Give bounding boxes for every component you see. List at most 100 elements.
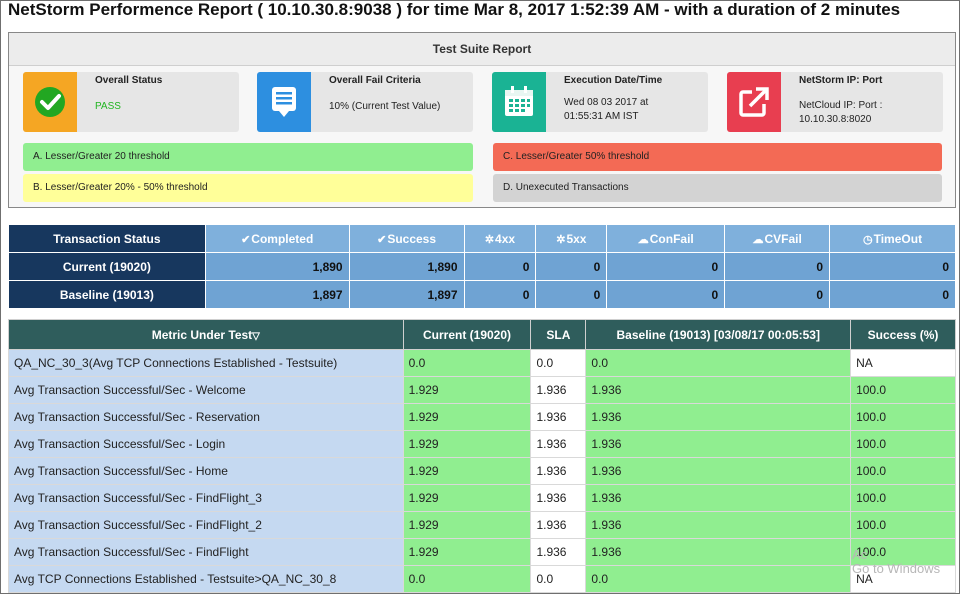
cell-timeout: 0 [829, 252, 956, 281]
cell-baseline: 0.0 [585, 565, 852, 593]
cell-baseline: 1.936 [585, 376, 852, 404]
table-row: Avg Transaction Successful/Sec - FindFli… [8, 484, 956, 512]
document-icon [257, 72, 311, 132]
cell-baseline: 1.936 [585, 538, 852, 566]
cell-sla: 0.0 [530, 349, 587, 377]
cell-baseline: 0.0 [585, 349, 852, 377]
cell-baseline: 1.936 [585, 511, 852, 539]
cell-timeout: 0 [829, 280, 956, 309]
status-value: PASS [95, 101, 121, 112]
col-label: CVFail [764, 231, 802, 246]
cell-sla: 1.936 [530, 403, 587, 431]
table-row: Avg TCP Connections Established - Testsu… [8, 565, 956, 593]
cell-baseline: 1.936 [585, 457, 852, 485]
execution-time-line: 01:55:31 AM IST [564, 111, 639, 122]
calendar-icon [492, 72, 546, 132]
cell-5xx: 0 [535, 252, 608, 281]
table-row: Avg Transaction Successful/Sec - Login 1.… [8, 430, 956, 458]
cloud-icon: ☁ [637, 233, 649, 246]
cell-metric-name: Avg Transaction Successful/Sec - Login [8, 430, 404, 458]
table-row: Avg Transaction Successful/Sec - Home 1.9… [8, 457, 956, 485]
table-row: Avg Transaction Successful/Sec - Welcome… [8, 376, 956, 404]
netcloud-ip-label: NetCloud IP: Port : [799, 100, 883, 111]
row-label: Baseline (19013) [8, 280, 206, 309]
col-label: ConFail [649, 231, 694, 246]
cell-cvfail: 0 [724, 280, 831, 309]
check-circle-icon: ✔ [377, 233, 387, 246]
col-sla[interactable]: SLA [530, 319, 587, 350]
col-baseline[interactable]: Baseline (19013) [03/08/17 00:05:53] [585, 319, 852, 350]
cell-current: 0.0 [402, 565, 532, 593]
table-row: Avg Transaction Successful/Sec - Reserva… [8, 403, 956, 431]
card-label: NetStorm IP: Port [799, 75, 883, 86]
cell-current: 1.929 [402, 403, 532, 431]
execution-date-line: Wed 08 03 2017 at [564, 97, 649, 108]
row-label: Current (19020) [8, 252, 206, 281]
col-confail[interactable]: ☁ConFail [606, 224, 726, 253]
col-label: 4xx [495, 231, 516, 246]
cell-4xx: 0 [463, 252, 537, 281]
cell-confail: 0 [606, 280, 726, 309]
table-header-row: Transaction Status ✔Completed ✔Success ✲… [8, 224, 956, 253]
fail-criteria-card: Overall Fail Criteria 10% (Current Test … [257, 72, 473, 132]
cell-cvfail: 0 [724, 252, 831, 281]
table-row: Baseline (19013) 1,897 1,897 0 0 0 0 0 [8, 280, 956, 309]
cell-success: 1,897 [348, 280, 465, 309]
col-success[interactable]: ✔Success [348, 224, 465, 253]
cell-sla: 1.936 [530, 484, 587, 512]
page-title: NetStorm Performence Report ( 10.10.30.8… [8, 0, 901, 19]
cell-metric-name: Avg Transaction Successful/Sec - FindFli… [8, 538, 404, 566]
col-cvfail[interactable]: ☁CVFail [724, 224, 831, 253]
netstorm-ip-card: NetStorm IP: Port NetCloud IP: Port : 10… [727, 72, 943, 132]
col-4xx[interactable]: ✲4xx [463, 224, 537, 253]
card-label: Overall Status [95, 75, 163, 86]
col-metric-under-test[interactable]: Metric Under Test▽ [8, 319, 404, 350]
col-success-pct[interactable]: Success (%) [850, 319, 956, 350]
cell-success: 100.0 [850, 403, 956, 431]
col-label: 5xx [566, 231, 587, 246]
execution-datetime-card: Execution Date/Time Wed 08 03 2017 at 01… [492, 72, 708, 132]
cell-sla: 1.936 [530, 538, 587, 566]
cell-sla: 1.936 [530, 430, 587, 458]
check-circle-icon [23, 72, 77, 132]
table-row: Avg Transaction Successful/Sec - FindFli… [8, 538, 956, 566]
cell-metric-name: Avg Transaction Successful/Sec - Reserva… [8, 403, 404, 431]
table-row: Current (19020) 1,890 1,890 0 0 0 0 0 [8, 252, 956, 281]
col-label: Metric Under Test [151, 327, 253, 342]
cell-success: 1,890 [348, 252, 465, 281]
cell-current: 1.929 [402, 430, 532, 458]
cell-success: 100.0 [850, 538, 956, 566]
table-row: Avg Transaction Successful/Sec - FindFli… [8, 511, 956, 539]
card-label: Overall Fail Criteria [329, 75, 421, 86]
col-label: Success [387, 231, 437, 246]
cell-metric-name: QA_NC_30_3(Avg TCP Connections Establish… [8, 349, 404, 377]
check-circle-icon: ✔ [241, 233, 251, 246]
sort-icon[interactable]: ▽ [252, 331, 260, 342]
legend-d: D. Unexecuted Transactions [493, 174, 942, 202]
col-current[interactable]: Current (19020) [402, 319, 532, 350]
cell-metric-name: Avg Transaction Successful/Sec - FindFli… [8, 511, 404, 539]
col-label: TimeOut [873, 231, 923, 246]
cell-current: 1.929 [402, 511, 532, 539]
cell-success: 100.0 [850, 376, 956, 404]
clock-icon: ◷ [863, 233, 873, 246]
cell-sla: 1.936 [530, 457, 587, 485]
col-completed[interactable]: ✔Completed [204, 224, 350, 253]
col-timeout[interactable]: ◷TimeOut [829, 224, 956, 253]
col-label: Completed [251, 231, 314, 246]
cell-sla: 0.0 [530, 565, 587, 593]
cell-success: 100.0 [850, 484, 956, 512]
table-row: QA_NC_30_3(Avg TCP Connections Establish… [8, 349, 956, 377]
col-5xx[interactable]: ✲5xx [535, 224, 608, 253]
cell-metric-name: Avg TCP Connections Established - Testsu… [8, 565, 404, 593]
test-suite-panel: Test Suite Report Overall Status PASS Ov… [8, 32, 956, 208]
table-header-row: Metric Under Test▽ Current (19020) SLA B… [8, 319, 956, 350]
cell-metric-name: Avg Transaction Successful/Sec - Welcome [8, 376, 404, 404]
bug-icon: ✲ [556, 233, 566, 246]
cell-current: 1.929 [402, 484, 532, 512]
legend-b: B. Lesser/Greater 20% - 50% threshold [23, 174, 473, 202]
legend-c: C. Lesser/Greater 50% threshold [493, 143, 942, 171]
fail-criteria-value: 10% (Current Test Value) [329, 101, 441, 112]
cell-current: 1.929 [402, 538, 532, 566]
bug-icon: ✲ [484, 233, 495, 246]
